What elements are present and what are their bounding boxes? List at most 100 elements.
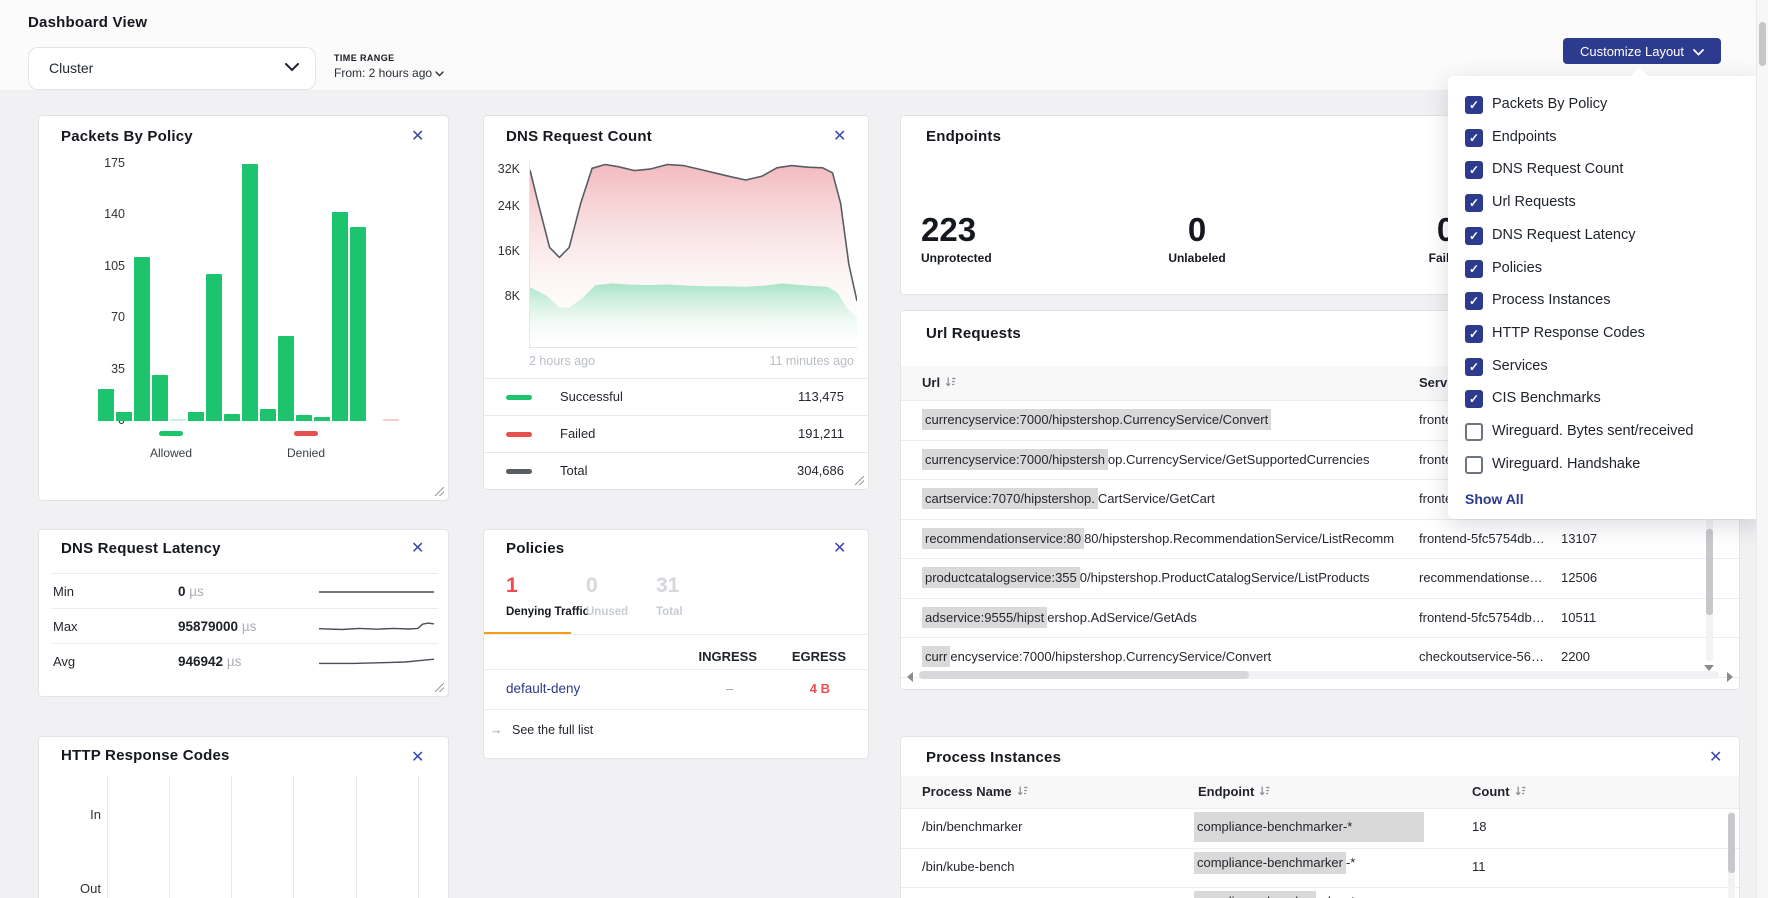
y-tick-label: 8K [484,289,520,303]
endpoint-highlight: compliance-benchm [1194,891,1316,898]
see-full-list-link[interactable]: → See the full list [490,723,593,737]
menu-item-dns-request-latency[interactable]: ✓DNS Request Latency [1448,220,1764,253]
scrollbar-thumb[interactable] [1759,22,1766,66]
legend-allowed[interactable]: Allowed [136,423,206,460]
x-axis-end: 11 minutes ago [769,354,854,368]
widget-title: DNS Request Count [506,128,652,145]
service-cell: checkoutservice-56… [1419,649,1547,664]
view-select[interactable]: Cluster [28,47,316,90]
customize-layout-button[interactable]: Customize Layout [1563,38,1721,64]
widget-title: HTTP Response Codes [61,747,230,764]
menu-item-packets-by-policy[interactable]: ✓Packets By Policy [1448,89,1764,122]
menu-item-label: Services [1492,358,1548,374]
checkbox-checked-icon[interactable]: ✓ [1465,260,1483,278]
page-scrollbar[interactable] [1756,0,1768,898]
allowed-bar [296,415,312,421]
menu-item-wireguard-handshake[interactable]: Wireguard. Handshake [1448,449,1764,482]
menu-item-wireguard-bytes-sent-received[interactable]: Wireguard. Bytes sent/received [1448,416,1764,449]
latency-value: 946942 µs [178,654,241,669]
scroll-right-icon[interactable] [1727,672,1733,682]
menu-item-policies[interactable]: ✓Policies [1448,253,1764,286]
menu-item-dns-request-count[interactable]: ✓DNS Request Count [1448,154,1764,187]
endpoint-rest: arker-* [1316,894,1355,898]
endpoint-column-header[interactable]: Endpoint [1198,784,1271,799]
menu-item-label: Url Requests [1492,194,1576,210]
process-table-header: Process Name Endpoint Count [901,776,1739,809]
table-row[interactable]: /bin/benchmarkercompliance-benchmarker-*… [901,808,1739,849]
time-range-from[interactable]: From: 2 hours ago [334,66,444,80]
process-name-column-header[interactable]: Process Name [922,784,1029,799]
url-horizontal-scrollbar[interactable] [919,671,1719,679]
allowed-bar [206,274,222,421]
count-column-header[interactable]: Count [1472,784,1527,799]
dashboard-root: Dashboard View Cluster TIME RANGE From: … [0,0,1768,898]
checkbox-checked-icon[interactable]: ✓ [1465,292,1483,310]
menu-item-url-requests[interactable]: ✓ Url Requests [1448,187,1764,220]
show-all-link[interactable]: Show All [1465,491,1524,507]
scrollbar-thumb[interactable] [919,671,1249,679]
checkbox-checked-icon[interactable]: ✓ [1465,227,1483,245]
legend-row: Successful113,475 [484,378,868,416]
scroll-left-icon[interactable] [907,672,913,682]
allowed-bar [242,164,258,421]
sort-icon [1254,784,1271,799]
resize-handle[interactable] [435,683,444,692]
checkbox-checked-icon[interactable]: ✓ [1465,358,1483,376]
table-row[interactable]: productcatalogservice:3550/hipstershop.P… [901,558,1739,599]
scrollbar-thumb[interactable] [1706,529,1713,615]
policies-tab-label[interactable]: Unused [586,606,628,618]
policies-tab-label[interactable]: Denying Traffic [506,606,589,618]
legend-denied[interactable]: Denied [271,423,341,460]
widget-title: Policies [506,540,564,557]
close-icon[interactable]: ✕ [411,129,424,145]
menu-item-process-instances[interactable]: ✓Process Instances [1448,285,1764,318]
url-cell: currencyservice:7000/hipstershop.Currenc… [922,449,1370,470]
packets-bars [98,164,368,421]
close-icon[interactable]: ✕ [833,541,846,557]
egress-column-header[interactable]: EGRESS [792,649,846,664]
menu-item-http-response-codes[interactable]: ✓HTTP Response Codes [1448,318,1764,351]
process-vertical-scrollbar[interactable] [1728,811,1735,898]
endpoint-cell: compliance-benchmarker-* [1194,852,1464,874]
ingress-column-header[interactable]: INGRESS [698,649,757,664]
latency-unit: µs [227,654,242,669]
checkbox-checked-icon[interactable]: ✓ [1465,325,1483,343]
allowed-bar [134,257,150,421]
scrollbar-thumb[interactable] [1728,813,1735,873]
menu-item-cis-benchmarks[interactable]: ✓CIS Benchmarks [1448,383,1764,416]
latency-label: Avg [53,654,75,669]
chevron-down-icon [432,66,444,80]
latency-row: Min0 µs [51,573,438,609]
table-row[interactable]: /bin/kube-benchcompliance-benchmarker-*1… [901,848,1739,889]
menu-item-endpoints[interactable]: ✓Endpoints [1448,122,1764,155]
policies-tab-label[interactable]: Total [656,606,683,618]
checkbox-unchecked-icon[interactable] [1465,423,1483,441]
legend-swatch [506,469,532,474]
url-column-header[interactable]: Url [922,375,957,390]
gridline [418,776,419,898]
checkbox-checked-icon[interactable]: ✓ [1465,129,1483,147]
resize-handle[interactable] [435,487,444,496]
checkbox-checked-icon[interactable]: ✓ [1465,390,1483,408]
close-icon[interactable]: ✕ [411,750,424,766]
url-rest: op.CurrencyService/GetSupportedCurrencie… [1108,452,1370,467]
table-row[interactable]: benchmarkercompliance-benchmarker-*9 [901,887,1739,898]
customize-layout-label: Customize Layout [1580,44,1684,59]
close-icon[interactable]: ✕ [833,129,846,145]
widget-dns-request-count: DNS Request Count ✕ 32K24K16K8K 2 hours … [483,115,869,490]
policy-link-default-deny[interactable]: default-deny [506,681,580,696]
resize-handle[interactable] [855,476,864,485]
checkbox-checked-icon[interactable]: ✓ [1465,194,1483,212]
checkbox-unchecked-icon[interactable] [1465,456,1483,474]
checkbox-checked-icon[interactable]: ✓ [1465,161,1483,179]
policies-tab-count: 1 [506,574,518,598]
table-row[interactable]: adservice:9555/hipstershop.AdService/Get… [901,598,1739,639]
checkbox-checked-icon[interactable]: ✓ [1465,96,1483,114]
widget-policies: Policies ✕ 1Denying Traffic0Unused31Tota… [483,529,869,759]
y-tick-label: 32K [484,162,520,176]
close-icon[interactable]: ✕ [411,541,424,557]
menu-item-services[interactable]: ✓ Services [1448,351,1764,384]
close-icon[interactable]: ✕ [1709,750,1722,766]
count-cell: 18 [1472,819,1542,834]
table-row[interactable]: recommendationservice:8080/hipstershop.R… [901,519,1739,560]
